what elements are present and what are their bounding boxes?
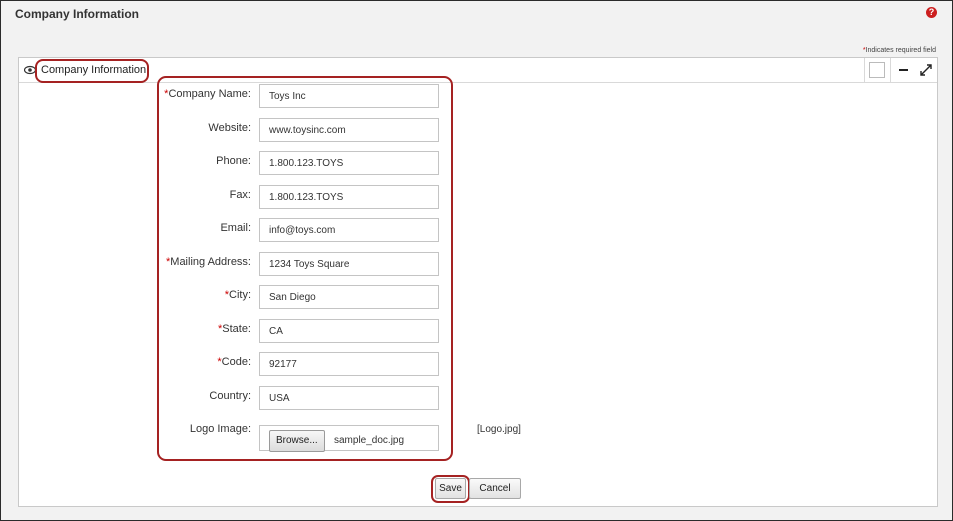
panel-title-highlight [35,59,149,83]
email-label: Email: [7,222,251,234]
mailing-address-label-text: Mailing Address: [170,256,251,268]
required-field-note: *Indicates required field [863,47,936,54]
company-name-label: *Company Name: [7,88,251,100]
country-input[interactable] [259,386,439,410]
country-label-text: Country: [209,390,251,402]
mailing-address-label: *Mailing Address: [7,256,251,268]
state-label-text: State: [222,323,251,335]
state-input[interactable] [259,319,439,343]
page-title: Company Information [15,7,140,21]
state-label: *State: [7,323,251,335]
header-divider [890,58,891,82]
company-name-label-text: Company Name: [168,88,251,100]
website-input[interactable] [259,118,439,142]
current-logo-reference: [Logo.jpg] [477,424,521,435]
fax-label-text: Fax: [229,189,251,201]
code-input[interactable] [259,352,439,376]
fax-label: Fax: [7,189,251,201]
fax-input[interactable] [259,185,439,209]
website-label: Website: [7,122,251,134]
maximize-icon[interactable] [916,60,936,80]
save-button[interactable]: Save [435,478,466,499]
logo-image-label: Logo Image: [189,423,251,435]
header-divider [864,58,865,82]
code-label-text: Code: [221,356,251,368]
required-note-text: Indicates required field [865,47,936,54]
minimize-icon[interactable] [895,60,915,80]
help-icon[interactable]: ? [926,7,937,18]
app-frame: Company Information ? *Indicates require… [0,0,953,521]
mailing-address-input[interactable] [259,252,439,276]
company-name-input[interactable] [259,84,439,108]
expand-arrows-graphic [920,64,932,76]
city-input[interactable] [259,285,439,309]
panel-option-box[interactable] [869,62,885,78]
phone-label: Phone: [7,155,251,167]
city-label-text: City: [229,289,251,301]
browse-button[interactable]: Browse... [269,430,325,452]
cancel-button[interactable]: Cancel [469,478,521,499]
website-label-text: Website: [208,122,251,134]
code-label: *Code: [7,356,251,368]
country-label: Country: [7,390,251,402]
email-input[interactable] [259,218,439,242]
email-label-text: Email: [220,222,251,234]
phone-label-text: Phone: [216,155,251,167]
selected-file-name: sample_doc.jpg [334,435,405,446]
logo-file-input[interactable]: Browse... sample_doc.jpg [259,425,439,452]
phone-input[interactable] [259,151,439,175]
city-label: *City: [7,289,251,301]
panel-header: Company Information [19,58,937,83]
